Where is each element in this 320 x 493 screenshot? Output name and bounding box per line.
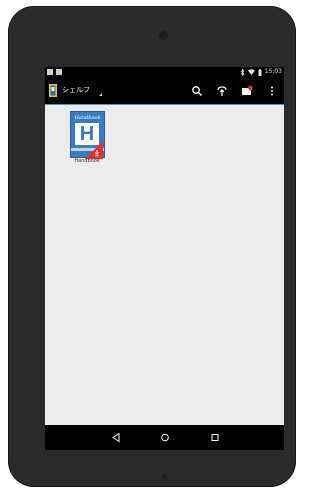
shelf-book-item[interactable]: Handbook H Handbook bbox=[65, 109, 109, 165]
wifi-icon bbox=[247, 69, 255, 75]
overflow-menu-icon[interactable] bbox=[266, 85, 278, 97]
status-indicators: 15:03 bbox=[240, 68, 282, 76]
status-bar: 15:03 bbox=[45, 67, 284, 78]
back-icon[interactable] bbox=[110, 432, 122, 443]
battery-icon bbox=[258, 68, 262, 76]
shelf-grid: Handbook H Handbook bbox=[45, 105, 284, 425]
status-time: 15:03 bbox=[264, 68, 282, 75]
front-camera bbox=[159, 31, 168, 40]
tablet-frame: 15:03 シェルフ Handbook H Handbook bbox=[8, 6, 296, 487]
shelf-spinner-title[interactable]: シェルフ bbox=[62, 86, 90, 95]
action-bar: シェルフ bbox=[45, 78, 284, 104]
search-icon[interactable] bbox=[191, 85, 203, 97]
cloud-upload-icon[interactable] bbox=[216, 85, 228, 97]
notification-icon bbox=[47, 69, 53, 75]
notification-icon[interactable] bbox=[241, 85, 253, 97]
download-badge-icon bbox=[85, 141, 103, 159]
book-cover-title: Handbook bbox=[74, 115, 101, 121]
bluetooth-icon bbox=[240, 68, 245, 76]
spinner-arrow-icon bbox=[99, 93, 102, 96]
image-notification-icon bbox=[56, 69, 62, 75]
device-screen: 15:03 シェルフ Handbook H Handbook bbox=[45, 67, 284, 450]
app-logo-icon[interactable] bbox=[49, 84, 57, 97]
recents-icon[interactable] bbox=[209, 432, 221, 443]
light-sensor bbox=[162, 474, 167, 479]
home-icon[interactable] bbox=[159, 432, 171, 443]
status-notification-icons bbox=[47, 69, 62, 75]
book-title-label: Handbook bbox=[74, 158, 100, 164]
navigation-bar bbox=[45, 425, 284, 450]
